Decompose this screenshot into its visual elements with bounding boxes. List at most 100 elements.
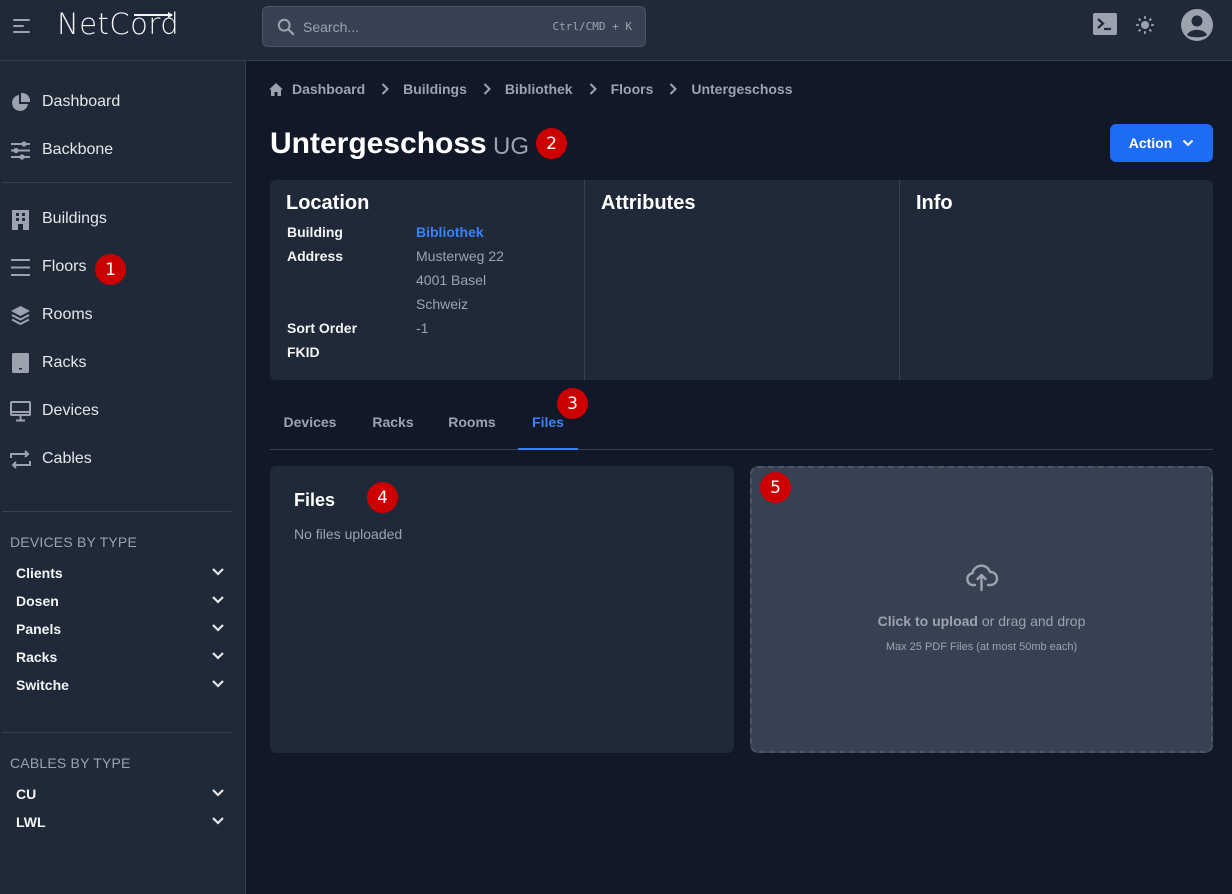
file-upload-dropzone[interactable]: Click to upload or drag and drop Max 25 … xyxy=(750,466,1213,753)
details-card: Location Building Bibliothek Address Mus… xyxy=(270,180,1213,380)
detail-key: FKID xyxy=(287,344,320,360)
chevron-down-icon xyxy=(212,817,224,825)
search-shortcut-hint: Ctrl/CMD + K xyxy=(552,20,632,33)
cables-by-type-heading: CABLES BY TYPE xyxy=(10,755,131,771)
detail-value: -1 xyxy=(416,320,429,336)
sidebar-item-label: Dashboard xyxy=(42,93,121,110)
sidebar-item-dashboard[interactable]: Dashboard xyxy=(0,82,240,122)
chevron-down-icon xyxy=(212,789,224,797)
detail-key: Address xyxy=(287,248,344,264)
upload-limit-hint: Max 25 PDF Files (at most 50mb each) xyxy=(885,641,1078,653)
device-type-label: Switche xyxy=(16,677,69,693)
chevron-right-icon xyxy=(381,83,390,95)
sidebar-item-devices[interactable]: Devices xyxy=(0,391,240,431)
bars-icon xyxy=(11,259,30,276)
search-icon xyxy=(277,18,295,36)
layers-icon xyxy=(11,306,30,326)
annotation-marker-3: 3 xyxy=(557,388,588,419)
cable-type-cu[interactable]: CU xyxy=(0,782,240,808)
device-type-panels[interactable]: Panels xyxy=(0,617,240,643)
sidebar-item-label: Racks xyxy=(42,354,87,371)
sidebar-item-buildings[interactable]: Buildings xyxy=(0,199,240,239)
sliders-icon xyxy=(11,141,30,160)
annotation-marker-4: 4 xyxy=(367,482,398,513)
building-link[interactable]: Bibliothek xyxy=(416,224,484,240)
tab-devices[interactable]: Devices xyxy=(270,405,350,450)
cable-type-label: LWL xyxy=(16,814,46,830)
files-heading: Files xyxy=(294,490,336,510)
menu-toggle-icon[interactable] xyxy=(13,17,31,33)
detail-value: Schweiz xyxy=(416,296,469,312)
sidebar-item-label: Cables xyxy=(42,450,92,467)
search-box[interactable]: Ctrl/CMD + K xyxy=(262,6,646,47)
sidebar-item-backbone[interactable]: Backbone xyxy=(0,130,240,170)
devices-by-type-heading: DEVICES BY TYPE xyxy=(10,534,137,550)
drag-drop-text: or drag and drop xyxy=(977,613,1086,629)
device-type-label: Racks xyxy=(16,649,58,665)
sidebar: Dashboard Backbone Buildings Floors Room… xyxy=(0,61,246,894)
location-heading: Location xyxy=(286,192,370,214)
tab-racks[interactable]: Racks xyxy=(358,405,428,450)
breadcrumb-floors[interactable]: Floors xyxy=(611,81,654,97)
sidebar-divider xyxy=(2,511,233,512)
sidebar-divider xyxy=(2,732,233,733)
breadcrumb: Dashboard Buildings Bibliothek Floors Un… xyxy=(269,80,793,98)
tab-rooms[interactable]: Rooms xyxy=(435,405,509,450)
detail-key: Sort Order xyxy=(287,320,358,336)
top-header: NetCord Ctrl/CMD + K xyxy=(0,0,1232,61)
chevron-right-icon xyxy=(483,83,491,95)
sidebar-item-cables[interactable]: Cables xyxy=(0,439,240,479)
sidebar-item-rooms[interactable]: Rooms xyxy=(0,295,240,335)
home-icon[interactable] xyxy=(269,82,283,96)
breadcrumb-buildings[interactable]: Buildings xyxy=(403,81,467,97)
info-section: Info xyxy=(900,180,1213,380)
chevron-right-icon xyxy=(669,83,678,95)
sidebar-item-label: Devices xyxy=(42,402,99,419)
chevron-down-icon xyxy=(1183,139,1194,147)
app-logo[interactable]: NetCord xyxy=(57,7,179,41)
annotation-marker-5: 5 xyxy=(760,472,791,503)
sidebar-item-label: Rooms xyxy=(42,306,93,323)
chevron-right-icon xyxy=(589,83,597,95)
sidebar-item-label: Buildings xyxy=(42,210,107,227)
sidebar-item-label: Floors xyxy=(42,258,87,275)
tab-bar: Devices Racks Rooms Files xyxy=(270,405,1213,450)
page-title: Untergeschoss xyxy=(270,127,487,160)
device-type-clients[interactable]: Clients xyxy=(0,561,240,587)
sidebar-item-racks[interactable]: Racks xyxy=(0,343,240,383)
annotation-marker-2: 2 xyxy=(536,128,567,159)
sun-icon[interactable] xyxy=(1136,16,1154,34)
arrows-exchange-icon xyxy=(10,450,31,469)
files-panel: Files No files uploaded xyxy=(270,466,734,753)
terminal-icon[interactable] xyxy=(1093,13,1117,35)
cable-type-label: CU xyxy=(16,786,37,802)
cloud-upload-icon xyxy=(966,564,999,592)
chevron-down-icon xyxy=(212,568,224,576)
logo-arrow-icon xyxy=(134,12,173,17)
cable-type-lwl[interactable]: LWL xyxy=(0,810,240,836)
user-avatar-icon[interactable] xyxy=(1181,9,1213,41)
monitor-icon xyxy=(10,401,31,422)
page-subtitle: UG xyxy=(493,133,529,160)
search-input[interactable] xyxy=(303,15,543,39)
building-icon xyxy=(12,210,29,230)
action-dropdown-button[interactable]: Action xyxy=(1110,124,1213,162)
device-type-label: Panels xyxy=(16,621,62,637)
breadcrumb-dashboard[interactable]: Dashboard xyxy=(292,81,365,97)
breadcrumb-bibliothek[interactable]: Bibliothek xyxy=(505,81,573,97)
detail-value: Musterweg 22 xyxy=(416,248,504,264)
device-type-label: Dosen xyxy=(16,593,59,609)
detail-key: Building xyxy=(287,224,343,240)
files-empty-text: No files uploaded xyxy=(294,526,403,542)
chevron-down-icon xyxy=(212,680,224,688)
action-button-label: Action xyxy=(1128,135,1173,151)
detail-value: 4001 Basel xyxy=(416,272,487,288)
breadcrumb-current: Untergeschoss xyxy=(691,81,793,97)
device-type-dosen[interactable]: Dosen xyxy=(0,589,240,615)
device-type-racks[interactable]: Racks xyxy=(0,645,240,671)
device-type-label: Clients xyxy=(16,565,63,581)
device-type-switche[interactable]: Switche xyxy=(0,673,240,699)
sidebar-divider xyxy=(2,182,233,183)
click-to-upload-link[interactable]: Click to upload xyxy=(878,613,978,629)
location-section: Location Building Bibliothek Address Mus… xyxy=(270,180,585,380)
